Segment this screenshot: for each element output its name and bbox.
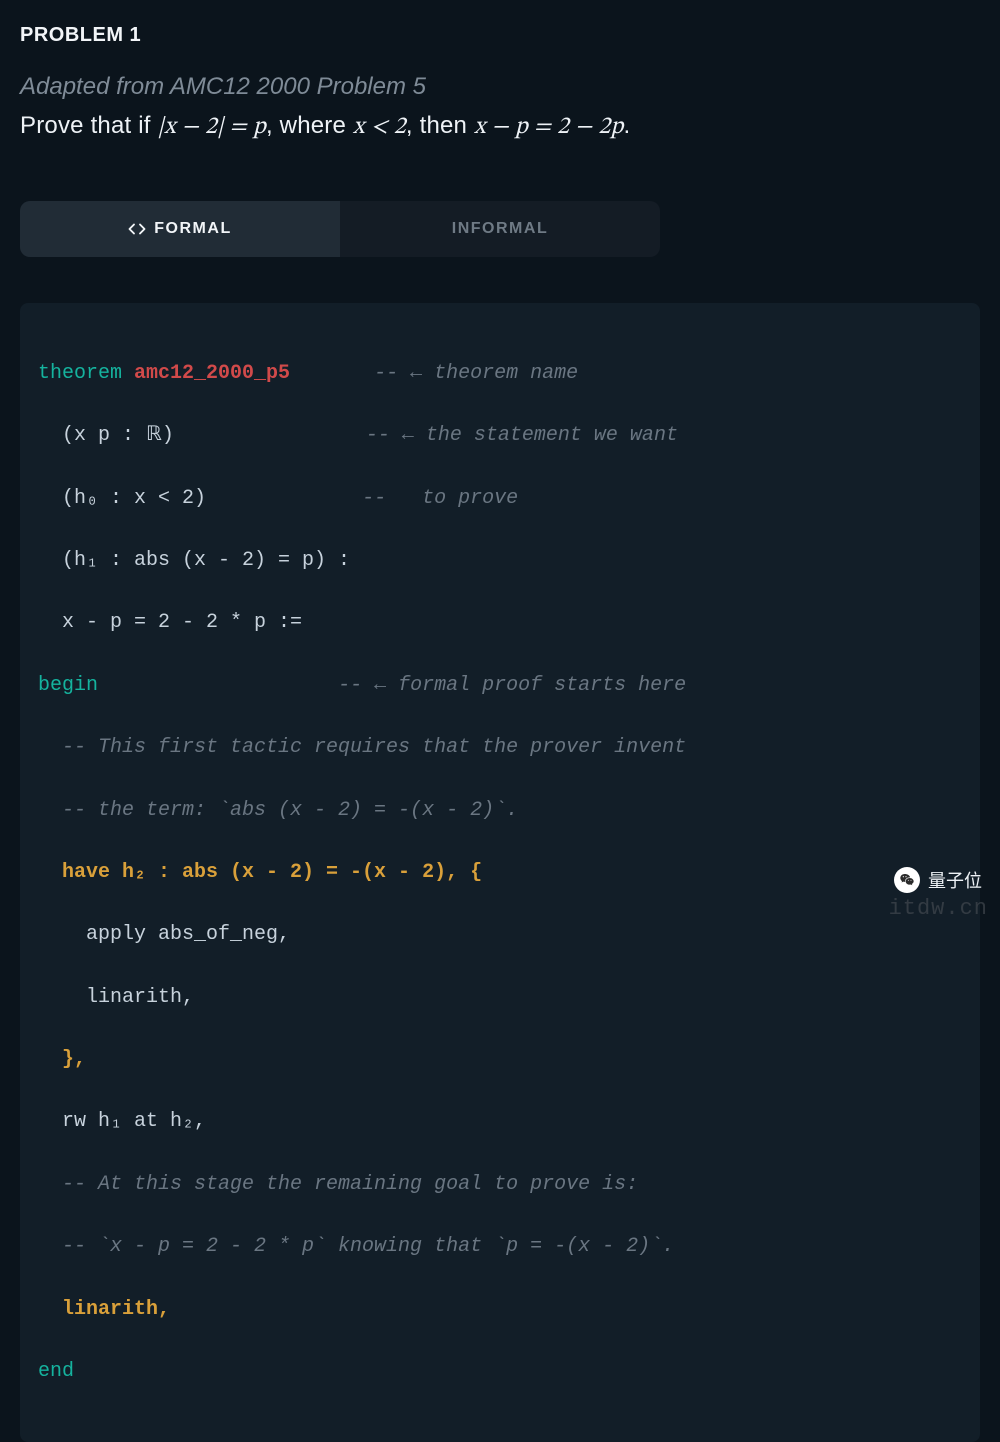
code-comment: -- At this stage the remaining goal to p…: [38, 1173, 638, 1196]
problem-source: Adapted from AMC12 2000 Problem 5: [20, 73, 980, 101]
code-line: end: [38, 1356, 962, 1387]
code-text: x - p = 2 - 2 * p :=: [38, 611, 302, 634]
code-text: apply abs_of_neg,: [38, 923, 290, 946]
code-line: -- `x - p = 2 - 2 * p` knowing that `p =…: [38, 1231, 962, 1262]
tab-formal[interactable]: FORMAL: [20, 201, 340, 257]
statement-math: |x − 2| = p: [158, 115, 266, 139]
code-text: (h₀ : x < 2): [38, 487, 206, 510]
code-text: rw h₁ at h₂,: [38, 1110, 206, 1133]
code-block: theorem amc12_2000_p5 -- ← theorem name …: [20, 303, 980, 1442]
theorem-name: amc12_2000_p5: [134, 362, 290, 385]
code-keyword: end: [38, 1360, 74, 1383]
code-line: linarith,: [38, 1294, 962, 1325]
code-line: -- At this stage the remaining goal to p…: [38, 1169, 962, 1200]
code-highlight: },: [38, 1048, 86, 1071]
faint-domain-text: itdw.cn: [889, 896, 988, 921]
pad: [290, 362, 374, 385]
code-highlight: linarith,: [38, 1298, 170, 1321]
statement-math: x < 2: [353, 115, 406, 139]
wechat-icon: [894, 867, 920, 893]
tab-informal-label: INFORMAL: [452, 220, 548, 238]
code-text: (h₁ : abs (x - 2) = p) :: [38, 549, 350, 572]
watermark: 量子位: [894, 867, 982, 893]
code-text: (x p : ℝ): [38, 424, 174, 447]
tab-formal-label: FORMAL: [154, 220, 231, 238]
code-line: x - p = 2 - 2 * p :=: [38, 607, 962, 638]
problem-label: PROBLEM 1: [20, 24, 980, 47]
pad: [206, 487, 362, 510]
code-line: rw h₁ at h₂,: [38, 1106, 962, 1137]
code-comment: -- ← formal proof starts here: [338, 674, 686, 697]
code-icon: [128, 220, 146, 238]
code-line: have h₂ : abs (x - 2) = -(x - 2), {: [38, 857, 962, 888]
code-keyword: begin: [38, 674, 98, 697]
code-line: },: [38, 1044, 962, 1075]
code-highlight: have h₂ : abs (x - 2) = -(x - 2), {: [38, 861, 482, 884]
code-comment: -- This first tactic requires that the p…: [38, 736, 686, 759]
code-line: -- the term: `abs (x - 2) = -(x - 2)`.: [38, 795, 962, 826]
code-comment: -- ← theorem name: [374, 362, 578, 385]
pad: [98, 674, 338, 697]
tab-informal[interactable]: INFORMAL: [340, 201, 660, 257]
statement-math: x − p = 2 − 2p: [474, 115, 624, 139]
code-line: (x p : ℝ) -- ← the statement we want: [38, 420, 962, 451]
code-line: (h₁ : abs (x - 2) = p) :: [38, 545, 962, 576]
statement-text: Prove that if: [20, 112, 158, 139]
code-text: linarith,: [38, 986, 194, 1009]
statement-text: .: [624, 112, 631, 139]
code-comment: -- `x - p = 2 - 2 * p` knowing that `p =…: [38, 1235, 674, 1258]
code-comment: -- ← the statement we want: [366, 424, 678, 447]
code-comment: -- to prove: [362, 487, 518, 510]
code-line: -- This first tactic requires that the p…: [38, 732, 962, 763]
code-line: begin -- ← formal proof starts here: [38, 670, 962, 701]
problem-statement: Prove that if |x − 2| = p, where x < 2, …: [20, 109, 980, 145]
statement-text: , where: [266, 112, 353, 139]
tab-bar: FORMAL INFORMAL: [20, 201, 660, 257]
code-line: linarith,: [38, 982, 962, 1013]
code-line: apply abs_of_neg,: [38, 919, 962, 950]
statement-text: , then: [406, 112, 474, 139]
watermark-text: 量子位: [928, 867, 982, 893]
pad: [174, 424, 366, 447]
code-line: (h₀ : x < 2) -- to prove: [38, 483, 962, 514]
code-line: theorem amc12_2000_p5 -- ← theorem name: [38, 358, 962, 389]
code-comment: -- the term: `abs (x - 2) = -(x - 2)`.: [38, 799, 518, 822]
code-keyword: theorem: [38, 362, 134, 385]
